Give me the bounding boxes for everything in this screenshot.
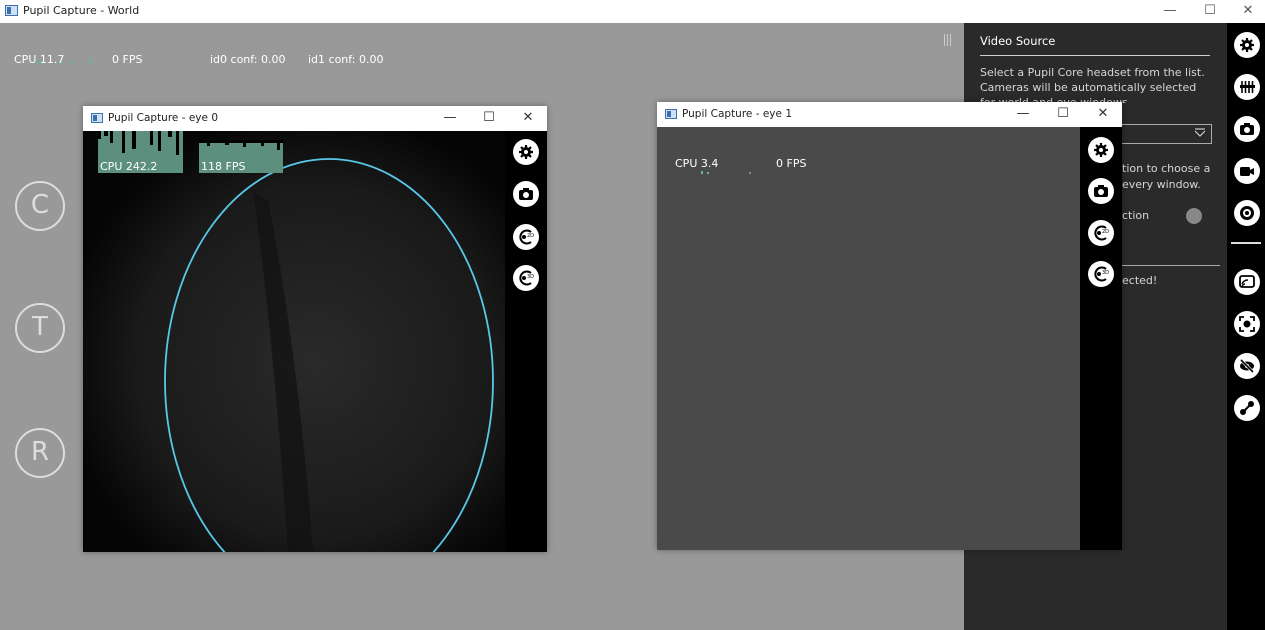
- app-icon: [665, 109, 677, 119]
- test-button[interactable]: T: [15, 303, 65, 353]
- screen-cast-icon: [1239, 275, 1255, 288]
- panel-text-1: tion to choose a: [1122, 162, 1211, 175]
- eye0-toolbar: 2D 3D: [505, 131, 547, 552]
- gear-icon: [519, 145, 533, 159]
- eye1-settings-button[interactable]: [1088, 137, 1114, 163]
- gear-icon: [1094, 143, 1108, 157]
- chevron-down-icon: [1194, 128, 1206, 137]
- close-button[interactable]: ✕: [1231, 0, 1265, 23]
- eye0-titlebar: Pupil Capture - eye 0 — ☐ ✕: [83, 106, 547, 131]
- plugin-manager-button[interactable]: [1234, 74, 1260, 100]
- eye1-toolbar: 2D 3D: [1080, 127, 1122, 550]
- general-settings-button[interactable]: [1234, 32, 1260, 58]
- camera-icon: [519, 188, 533, 200]
- eye0-window: Pupil Capture - eye 0 — ☐ ✕ CPU 242.2 11…: [83, 106, 547, 552]
- app-icon: [5, 5, 18, 16]
- panel-text-2: every window.: [1122, 178, 1201, 191]
- remote-link-button[interactable]: [1234, 395, 1260, 421]
- id0-confidence: id0 conf: 0.00: [210, 53, 286, 66]
- panel-description: Select a Pupil Core headset from the lis…: [980, 66, 1205, 103]
- panel-resize-grip[interactable]: [943, 34, 952, 46]
- eye0-image: [83, 131, 505, 552]
- eye0-cpu-label: CPU 242.2: [100, 160, 158, 173]
- panel-option-label: ction: [1122, 209, 1150, 222]
- id1-confidence: id1 conf: 0.00: [308, 53, 384, 66]
- link-icon: [1240, 401, 1254, 415]
- eye1-title: Pupil Capture - eye 1: [682, 108, 793, 120]
- pupil-2d-icon: 2D: [1094, 225, 1109, 241]
- close-button[interactable]: ✕: [509, 106, 547, 131]
- eye1-cpu-graph: [701, 164, 761, 174]
- recorder-button[interactable]: [1234, 158, 1260, 184]
- eye-off-icon: [1239, 358, 1255, 374]
- calibrate-button[interactable]: C: [15, 181, 65, 231]
- eye0-camera-view: CPU 242.2 118 FPS: [83, 131, 505, 552]
- video-source-button[interactable]: [1234, 116, 1260, 142]
- world-titlebar: Pupil Capture - World — ☐ ✕: [0, 0, 1265, 23]
- camera-icon: [1240, 123, 1254, 135]
- maximize-button[interactable]: ☐: [470, 106, 508, 131]
- eye1-pupil-3d-button[interactable]: 3D: [1088, 261, 1114, 287]
- svg-text:3D: 3D: [1102, 270, 1109, 276]
- world-cpu-label: CPU 11.7: [14, 53, 65, 66]
- record-button[interactable]: R: [15, 428, 65, 478]
- divider: [980, 55, 1210, 56]
- eye0-fps-graph: 118 FPS: [199, 140, 283, 173]
- eye0-fps-label: 118 FPS: [201, 160, 246, 173]
- connection-status: ected!: [1122, 274, 1158, 287]
- blink-detection-button[interactable]: [1234, 353, 1260, 379]
- eye0-cpu-graph: CPU 242.2: [98, 131, 183, 173]
- video-record-icon: [1240, 167, 1254, 176]
- eye1-camera-button[interactable]: [1088, 178, 1114, 204]
- surface-tracker-button[interactable]: [1234, 311, 1260, 337]
- close-button[interactable]: ✕: [1084, 102, 1122, 127]
- eye0-settings-button[interactable]: [513, 139, 539, 165]
- camera-icon: [1094, 185, 1108, 197]
- minimize-button[interactable]: —: [1153, 0, 1187, 23]
- calibration-button[interactable]: [1234, 200, 1260, 226]
- eye0-pupil-2d-button[interactable]: 2D: [513, 224, 539, 250]
- eye1-camera-view: CPU 3.4 0 FPS: [657, 127, 1080, 550]
- pupil-3d-icon: 3D: [1094, 266, 1109, 282]
- svg-text:2D: 2D: [527, 233, 534, 239]
- maximize-button[interactable]: ☐: [1044, 102, 1082, 127]
- eye0-camera-button[interactable]: [513, 181, 539, 207]
- maximize-button[interactable]: ☐: [1193, 0, 1227, 23]
- network-api-button[interactable]: [1234, 269, 1260, 295]
- svg-text:2D: 2D: [1102, 229, 1109, 235]
- eye0-pupil-3d-button[interactable]: 3D: [513, 265, 539, 291]
- eye1-titlebar: Pupil Capture - eye 1 — ☐ ✕: [657, 102, 1122, 127]
- target-icon: [1240, 206, 1254, 220]
- world-fps-label: 0 FPS: [112, 53, 143, 66]
- eye0-title: Pupil Capture - eye 0: [108, 112, 219, 124]
- pupil-3d-icon: 3D: [519, 270, 534, 286]
- minimize-button[interactable]: —: [431, 106, 469, 131]
- window-title: Pupil Capture - World: [23, 4, 140, 17]
- sliders-icon: [1240, 81, 1255, 93]
- plugin-icon-bar: [1227, 23, 1265, 630]
- divider: [1114, 265, 1220, 266]
- surface-tracker-icon: [1239, 316, 1255, 332]
- pupil-2d-icon: 2D: [519, 229, 534, 245]
- eye1-window: Pupil Capture - eye 1 — ☐ ✕ CPU 3.4 0 FP…: [657, 102, 1122, 550]
- eye1-fps-label: 0 FPS: [776, 157, 807, 170]
- divider: [1231, 242, 1261, 244]
- app-icon: [91, 113, 103, 123]
- minimize-button[interactable]: —: [1004, 102, 1042, 127]
- svg-text:3D: 3D: [527, 274, 534, 280]
- option-toggle[interactable]: [1186, 208, 1202, 224]
- gear-icon: [1240, 38, 1254, 52]
- panel-title: Video Source: [980, 34, 1056, 48]
- eye1-pupil-2d-button[interactable]: 2D: [1088, 220, 1114, 246]
